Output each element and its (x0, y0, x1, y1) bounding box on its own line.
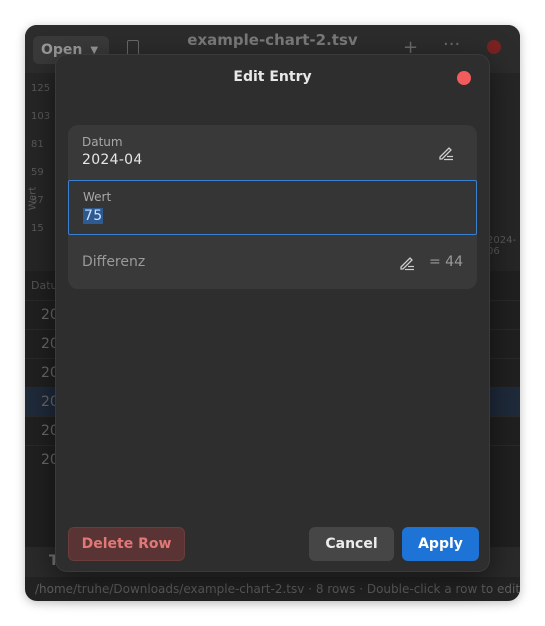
field-label: Datum (82, 135, 123, 149)
y-tick-label: 81 (31, 139, 44, 150)
apply-button[interactable]: Apply (402, 527, 479, 561)
y-tick-label: 59 (31, 167, 44, 178)
y-tick-label: 125 (31, 83, 51, 94)
status-rows: 8 rows (315, 582, 356, 596)
delete-row-button[interactable]: Delete Row (68, 527, 185, 561)
selected-value[interactable]: 75 (83, 208, 104, 224)
status-separator: · (308, 582, 312, 596)
field-label: Wert (83, 190, 112, 204)
wert-field[interactable]: Wert 75 (68, 180, 477, 235)
y-axis-label: Wert (27, 186, 39, 211)
menu-icon[interactable]: ··· (443, 34, 460, 55)
dialog-title: Edit Entry (233, 69, 312, 85)
field-label: Differenz (82, 254, 146, 270)
y-tick-label: 103 (31, 111, 51, 122)
window-close-button[interactable] (487, 40, 501, 54)
y-tick-label: 15 (31, 223, 44, 234)
wert-input[interactable]: 75 (83, 208, 104, 224)
status-separator: · (359, 582, 364, 596)
status-hint: Double-click a row to edit (366, 582, 520, 596)
differenz-field[interactable]: Differenz = 44 (68, 236, 477, 289)
close-icon[interactable] (457, 71, 471, 85)
cancel-button[interactable]: Cancel (309, 527, 394, 561)
fields-group: Datum 2024-04 Wert 75 Differenz = 44 (68, 125, 477, 289)
datum-field[interactable]: Datum 2024-04 (68, 125, 477, 179)
field-value[interactable]: 2024-04 (82, 152, 143, 168)
edit-formula-icon[interactable] (398, 253, 416, 271)
edit-formula-icon[interactable] (437, 143, 455, 161)
formula-result: = 44 (429, 254, 463, 270)
x-tick-label: 2024-06 (487, 235, 517, 257)
status-path: /home/truhe/Downloads/example-chart-2.ts… (35, 582, 305, 596)
edit-entry-dialog: Edit Entry Datum 2024-04 Wert 75 Differe… (55, 54, 490, 572)
status-bar: /home/truhe/Downloads/example-chart-2.ts… (25, 578, 520, 601)
